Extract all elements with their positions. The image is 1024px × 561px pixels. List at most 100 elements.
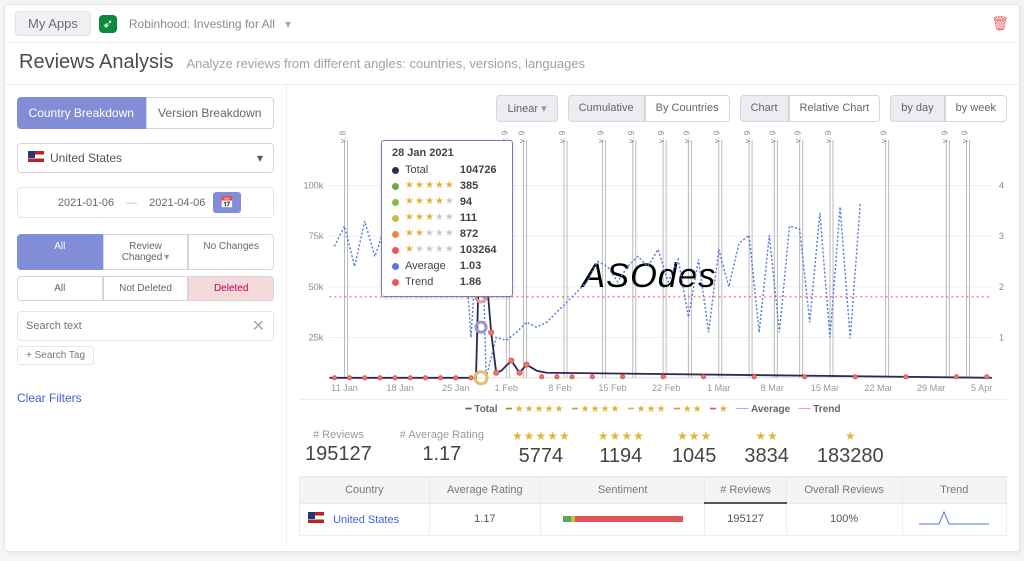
svg-text:15 Feb: 15 Feb <box>598 383 626 393</box>
svg-text:3: 3 <box>999 231 1004 241</box>
stat-reviews: # Reviews195127 <box>305 429 372 468</box>
svg-text:22 Feb: 22 Feb <box>652 383 680 393</box>
stat-1star: ★183280 <box>817 429 884 468</box>
btn-by-day[interactable]: by day <box>890 95 944 122</box>
chevron-down-icon[interactable]: ▾ <box>285 17 291 31</box>
th-avg[interactable]: Average Rating <box>429 478 540 504</box>
chart-area[interactable]: 100k 75k 50k 25k 4 3 2 1 <box>299 130 1007 400</box>
svg-text:v. 9.7.0 (2021-03-22): v. 9.7.0 (2021-03-22) <box>880 130 889 143</box>
svg-text:1 Feb: 1 Feb <box>495 383 518 393</box>
svg-text:29 Mar: 29 Mar <box>917 383 945 393</box>
table-row[interactable]: United States 1.17 195127 100% <box>300 503 1007 535</box>
th-overall[interactable]: Overall Reviews <box>786 478 902 504</box>
filter-all-2[interactable]: All <box>17 276 103 301</box>
sentiment-bar <box>563 513 683 519</box>
breakdown-tabs: Country Breakdown Version Breakdown <box>17 97 274 129</box>
stat-3star: ★★★1045 <box>672 429 717 468</box>
date-range: 2021-01-06 — 2021-04-06 📅 <box>17 187 274 218</box>
svg-text:4: 4 <box>999 181 1004 191</box>
svg-text:v. 9.4.0 (2021-03-05): v. 9.4.0 (2021-03-05) <box>743 130 752 143</box>
btn-by-week[interactable]: by week <box>945 95 1007 122</box>
btn-cumulative[interactable]: Cumulative <box>568 95 645 122</box>
svg-text:5 Apr: 5 Apr <box>971 383 992 393</box>
trend-sparkline <box>919 510 989 526</box>
th-trend[interactable]: Trend <box>902 478 1006 504</box>
filter-deleted-on[interactable]: Deleted <box>188 276 274 301</box>
calendar-icon[interactable]: 📅 <box>213 192 241 213</box>
svg-text:50k: 50k <box>309 282 324 292</box>
svg-text:v. 9.0.2 (2021-02-03): v. 9.0.2 (2021-02-03) <box>518 130 527 143</box>
filter-not-deleted[interactable]: Not Deleted <box>103 276 189 301</box>
country-select[interactable]: United States ▾ <box>17 143 274 173</box>
chart-tooltip: 28 Jan 2021 Total104726 ★★★★★385 ★★★★★94… <box>381 140 513 297</box>
flag-icon <box>308 512 324 523</box>
app-breadcrumb[interactable]: ➶ Robinhood: Investing for All ▾ <box>99 15 983 33</box>
svg-text:8 Feb: 8 Feb <box>548 383 571 393</box>
btn-by-countries[interactable]: By Countries <box>645 95 730 122</box>
svg-text:100k: 100k <box>304 181 324 191</box>
tooltip-date: 28 Jan 2021 <box>392 147 502 159</box>
svg-text:25 Jan: 25 Jan <box>442 383 469 393</box>
topbar: My Apps ➶ Robinhood: Investing for All ▾… <box>5 5 1019 43</box>
flag-icon <box>28 151 44 162</box>
trash-icon[interactable]: 🗑 <box>991 15 1009 32</box>
sidebar: Country Breakdown Version Breakdown Unit… <box>5 85 287 545</box>
svg-text:11 Jan: 11 Jan <box>331 383 358 393</box>
main-panel: Linear▾ Cumulative By Countries Chart Re… <box>287 85 1019 545</box>
th-sentiment[interactable]: Sentiment <box>540 478 704 504</box>
app-name: Robinhood: Investing for All <box>129 17 275 31</box>
svg-text:22 Mar: 22 Mar <box>864 383 892 393</box>
stat-avg-rating: # Average Rating1.17 <box>400 429 484 468</box>
clear-icon[interactable]: ✕ <box>252 316 265 336</box>
chart-controls: Linear▾ Cumulative By Countries Chart Re… <box>299 95 1007 122</box>
app-icon: ➶ <box>99 15 117 33</box>
svg-text:15 Mar: 15 Mar <box>811 383 839 393</box>
svg-text:v. 9.8.1 (2021-04-01): v. 9.8.1 (2021-04-01) <box>961 130 970 143</box>
svg-text:v. 9.5.0 (2021-03-08): v. 9.5.0 (2021-03-08) <box>768 130 777 143</box>
filter-no-changes[interactable]: No Changes <box>188 234 274 270</box>
page-title: Reviews Analysis <box>19 51 174 74</box>
svg-text:v. 9.6.0 (2021-03-11): v. 9.6.0 (2021-03-11) <box>794 130 803 143</box>
svg-text:2: 2 <box>999 282 1004 292</box>
filter-deleted: All Not Deleted Deleted <box>17 276 274 301</box>
svg-text:v. 9.1.1 (2021-02-14): v. 9.1.1 (2021-02-14) <box>596 130 605 143</box>
date-to[interactable]: 2021-04-06 <box>141 193 213 213</box>
svg-text:v. 9.2.1 (2021-02-22): v. 9.2.1 (2021-02-22) <box>657 130 666 143</box>
svg-text:18 Jan: 18 Jan <box>386 383 413 393</box>
stat-5star: ★★★★★5774 <box>512 429 570 468</box>
btn-linear[interactable]: Linear▾ <box>496 95 557 122</box>
page-header: Reviews Analysis Analyze reviews from di… <box>5 43 1019 85</box>
filter-review-changed[interactable]: Review Changed▾ <box>103 234 189 270</box>
svg-text:v. 8.60.0 (2021-01-11): v. 8.60.0 (2021-01-11) <box>339 130 348 143</box>
btn-chart[interactable]: Chart <box>740 95 789 122</box>
svg-text:v. 9.2.0 (2021-02-18): v. 9.2.0 (2021-02-18) <box>627 130 636 143</box>
svg-text:8 Mar: 8 Mar <box>761 383 784 393</box>
chevron-down-icon: ▾ <box>257 151 263 165</box>
filter-changes: All Review Changed▾ No Changes <box>17 234 274 270</box>
page-subtitle: Analyze reviews from different angles: c… <box>186 56 585 71</box>
summary-stats: # Reviews195127 # Average Rating1.17 ★★★… <box>299 419 1007 477</box>
svg-text:v. 9.3.0 (2021-02-25): v. 9.3.0 (2021-02-25) <box>682 130 691 143</box>
add-search-tag[interactable]: + Search Tag <box>17 346 94 365</box>
my-apps-button[interactable]: My Apps <box>15 11 91 36</box>
tab-country-breakdown[interactable]: Country Breakdown <box>17 97 146 129</box>
date-from[interactable]: 2021-01-06 <box>50 193 122 213</box>
svg-text:25k: 25k <box>309 332 324 342</box>
stat-4star: ★★★★1194 <box>598 429 644 468</box>
svg-text:v. 9.1.0 (2021-02-09): v. 9.1.0 (2021-02-09) <box>558 130 567 143</box>
clear-filters[interactable]: Clear Filters <box>17 391 82 405</box>
tab-version-breakdown[interactable]: Version Breakdown <box>146 97 275 129</box>
search-input[interactable] <box>26 320 252 332</box>
country-table: Country Average Rating Sentiment # Revie… <box>299 477 1007 536</box>
svg-text:1 Mar: 1 Mar <box>707 383 730 393</box>
search-box[interactable]: ✕ <box>17 311 274 341</box>
svg-text:v. 9.8.0 (2021-03-30): v. 9.8.0 (2021-03-30) <box>940 130 949 143</box>
btn-relative-chart[interactable]: Relative Chart <box>789 95 881 122</box>
svg-text:v. 9.3.1 (2021-03-01): v. 9.3.1 (2021-03-01) <box>713 130 722 143</box>
filter-all-1[interactable]: All <box>17 234 103 270</box>
stat-2star: ★★3834 <box>744 429 789 468</box>
svg-text:1: 1 <box>999 332 1004 342</box>
th-country[interactable]: Country <box>300 478 430 504</box>
th-reviews[interactable]: # Reviews <box>705 478 786 504</box>
svg-text:v. 9.6.1 (2021-03-15): v. 9.6.1 (2021-03-15) <box>824 130 833 143</box>
